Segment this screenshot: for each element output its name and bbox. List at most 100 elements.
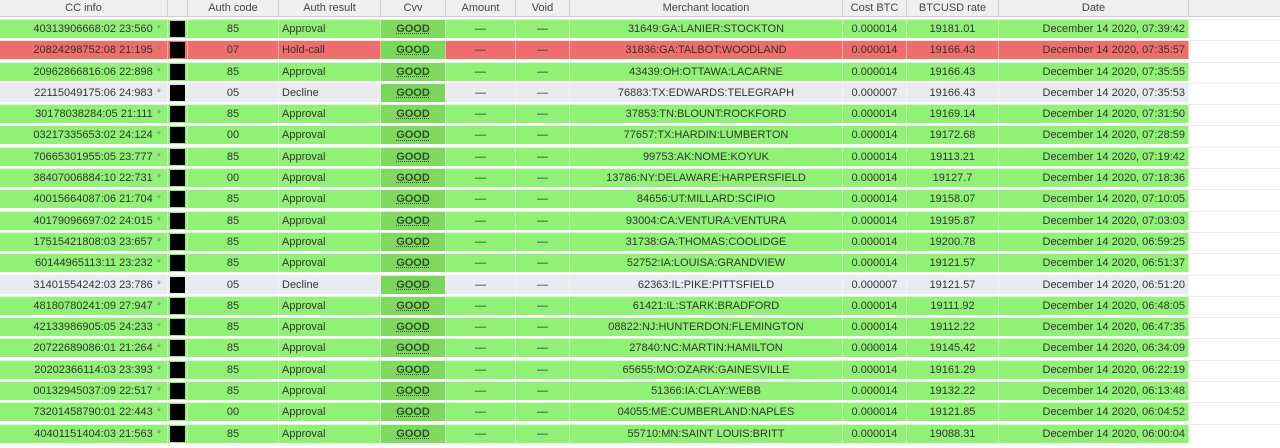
cvv-status-badge[interactable]: GOOD [381, 190, 445, 209]
cvv-status-badge[interactable]: GOOD [381, 403, 445, 422]
date-cell: December 14 2020, 07:39:42 [999, 20, 1189, 38]
cost-btc-cell: 0.000014 [843, 126, 907, 145]
amount-cell: — [446, 232, 516, 251]
auth-result-cell: Approval [279, 62, 381, 81]
col-header-merchant-location[interactable]: Merchant location [570, 0, 843, 16]
cvv-status-badge[interactable]: GOOD [381, 126, 445, 145]
col-header-btcusd-rate[interactable]: BTCUSD rate [907, 0, 999, 16]
merchant-location-cell: 43439:OH:OTTAWA:LACARNE [570, 62, 843, 81]
merchant-location-cell: 62363:IL:PIKE:PITTSFIELD [570, 275, 843, 294]
table-row[interactable]: 40401151404:03 21:563 * 85 Approval GOOD — —55… [0, 423, 1280, 443]
cvv-status-badge[interactable]: GOOD [381, 105, 445, 124]
redacted-cell [168, 211, 188, 230]
cc-info-marker: * [156, 172, 161, 185]
table-row[interactable]: 03217335653:02 24:124 * 00 Approval GOOD — —77… [0, 125, 1280, 145]
table-row[interactable]: 48180780241:09 27:947 * 85 Approval GOOD — —61… [0, 295, 1280, 315]
cc-info-marker: * [156, 44, 161, 57]
cc-info-cell: 17515421808:03 23:657 * [0, 232, 168, 251]
table-row[interactable]: 40179096697:02 24:015 * 85 Approval GOOD — —93… [0, 210, 1280, 230]
auth-result-cell: Approval [279, 147, 381, 166]
cvv-status-badge[interactable]: GOOD [381, 62, 445, 81]
cvv-status-badge[interactable]: GOOD [381, 339, 445, 358]
table-row[interactable]: 38407006884:10 22:731 * 00 Approval GOOD — —13… [0, 168, 1280, 188]
table-row[interactable]: 70665301955:05 23:777 * 85 Approval GOOD — —99… [0, 146, 1280, 166]
cvv-status-badge[interactable]: GOOD [381, 41, 445, 60]
col-header-cc-info[interactable]: CC info [0, 0, 168, 16]
merchant-location-cell: 84656:UT:MILLARD:SCIPIO [570, 190, 843, 209]
amount-cell: — [446, 296, 516, 315]
redacted-block [170, 127, 185, 144]
table-row[interactable]: 20722689086:01 21:264 * 85 Approval GOOD — —27… [0, 338, 1280, 358]
cc-info-cell: 42133986905:05 24:233 * [0, 318, 168, 337]
cvv-status-badge[interactable]: GOOD [381, 360, 445, 379]
btcusd-rate-cell: 19200.78 [907, 232, 999, 251]
btcusd-rate-cell: 19121.57 [907, 275, 999, 294]
redacted-block [170, 212, 185, 229]
auth-result-cell: Approval [279, 254, 381, 273]
cvv-cell: GOOD [381, 318, 446, 337]
table-row[interactable]: 20824298752:08 21:195 * 07 Hold-call GOOD — —3… [0, 40, 1280, 60]
cost-btc-cell: 0.000014 [843, 403, 907, 422]
cvv-status-badge[interactable]: GOOD [381, 296, 445, 315]
table-row[interactable]: 17515421808:03 23:657 * 85 Approval GOOD — —31… [0, 231, 1280, 251]
auth-result-cell: Approval [279, 424, 381, 443]
cc-info-cell: 20722689086:01 21:264 * [0, 339, 168, 358]
col-header-cost-btc[interactable]: Cost BTC [843, 0, 907, 16]
cc-info-value: 40015664087:06 21:704 [33, 193, 153, 206]
cvv-status-badge[interactable]: GOOD [381, 254, 445, 273]
col-header-void[interactable]: Void [516, 0, 570, 16]
cc-info-value: 00132945037:09 22:517 [33, 385, 153, 398]
table-row[interactable]: 31401554242:03 23:786 * 05 Decline GOOD — —623… [0, 274, 1280, 294]
void-cell: — [516, 105, 570, 124]
cc-info-cell: 40179096697:02 24:015 * [0, 211, 168, 230]
col-header-cvv[interactable]: Cvv [381, 0, 446, 16]
cc-info-value: 20722689086:01 21:264 [33, 342, 153, 355]
redacted-cell [168, 382, 188, 401]
table-row[interactable]: 40015664087:06 21:704 * 85 Approval GOOD — —84… [0, 189, 1280, 209]
cvv-status-badge[interactable]: GOOD [381, 424, 445, 443]
table-row[interactable]: 40313906668:02 23:560 * 85 Approval GOOD — —31… [0, 19, 1280, 38]
void-cell: — [516, 275, 570, 294]
cvv-status-badge[interactable]: GOOD [381, 83, 445, 102]
cvv-status-badge[interactable]: GOOD [381, 169, 445, 188]
cvv-status-badge[interactable]: GOOD [381, 147, 445, 166]
table-row[interactable]: 00132945037:09 22:517 * 85 Approval GOOD — —51… [0, 381, 1280, 401]
col-header-auth-code[interactable]: Auth code [188, 0, 279, 16]
btcusd-rate-cell: 19166.43 [907, 62, 999, 81]
auth-result-cell: Approval [279, 339, 381, 358]
table-row[interactable]: 22115049175:06 24:983 * 05 Decline GOOD — —768… [0, 82, 1280, 102]
btcusd-rate-cell: 19111.92 [907, 296, 999, 315]
table-row[interactable]: 20962866816:06 22:898 * 85 Approval GOOD — —43… [0, 61, 1280, 81]
table-row[interactable]: 42133986905:05 24:233 * 85 Approval GOOD — —08… [0, 317, 1280, 337]
void-cell: — [516, 147, 570, 166]
table-row[interactable]: 73201458790:01 22:443 * 00 Approval GOOD — —04… [0, 402, 1280, 422]
redacted-block [170, 233, 185, 250]
cvv-status-badge[interactable]: GOOD [381, 382, 445, 401]
col-header-date[interactable]: Date [999, 0, 1189, 16]
cvv-cell: GOOD [381, 275, 446, 294]
cvv-status-badge[interactable]: GOOD [381, 232, 445, 251]
redacted-block [170, 148, 185, 165]
table-row[interactable]: 30178038284:05 21:111 * 85 Approval GOOD — —37… [0, 104, 1280, 124]
cvv-cell: GOOD [381, 339, 446, 358]
cc-info-marker: * [156, 193, 161, 206]
cost-btc-cell: 0.000014 [843, 254, 907, 273]
cvv-status-badge[interactable]: GOOD [381, 20, 445, 38]
cvv-status-badge[interactable]: GOOD [381, 318, 445, 337]
table-row[interactable]: 20202366114:03 23:393 * 85 Approval GOOD — —65… [0, 359, 1280, 379]
col-header-auth-result[interactable]: Auth result [279, 0, 381, 16]
auth-code-cell: 07 [188, 41, 279, 60]
btcusd-rate-cell: 19181.01 [907, 20, 999, 38]
table-row[interactable]: 60144965113:11 23:232 * 85 Approval GOOD — —52… [0, 253, 1280, 273]
cvv-cell: GOOD [381, 424, 446, 443]
cc-info-value: 17515421808:03 23:657 [33, 235, 153, 248]
redacted-cell [168, 339, 188, 358]
cvv-status-badge[interactable]: GOOD [381, 211, 445, 230]
merchant-location-cell: 27840:NC:MARTIN:HAMILTON [570, 339, 843, 358]
btcusd-rate-cell: 19158.07 [907, 190, 999, 209]
auth-code-cell: 00 [188, 126, 279, 145]
merchant-location-cell: 76883:TX:EDWARDS:TELEGRAPH [570, 83, 843, 102]
cc-info-value: 40179096697:02 24:015 [33, 214, 153, 227]
cvv-status-badge[interactable]: GOOD [381, 275, 445, 294]
col-header-amount[interactable]: Amount [446, 0, 516, 16]
